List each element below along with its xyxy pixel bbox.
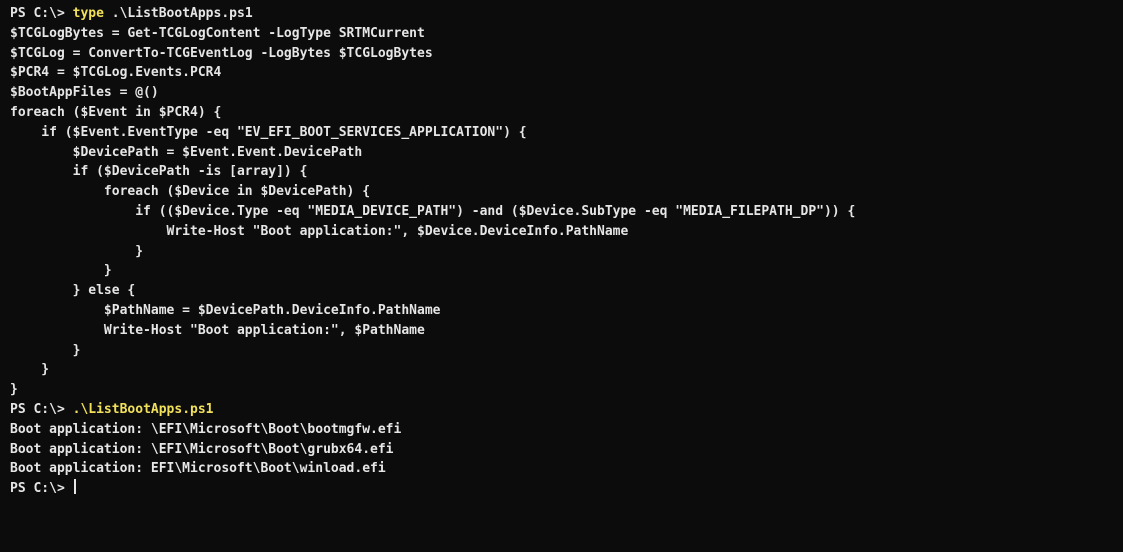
output-line: } (10, 362, 50, 378)
terminal-window[interactable]: PS C:\> type .\ListBootApps.ps1 $TCGLogB… (0, 0, 1123, 552)
output-line: $TCGLog = ConvertTo-TCGEventLog -LogByte… (10, 45, 433, 61)
command-name: .\ListBootApps.ps1 (72, 401, 214, 417)
text-cursor (73, 479, 76, 495)
command-line-run: PS C:\> .\ListBootApps.ps1 (10, 400, 1123, 420)
output-line: Write-Host "Boot application:", $Device.… (10, 223, 629, 239)
output-line: } else { (10, 283, 136, 299)
output-line: Boot application: \EFI\Microsoft\Boot\gr… (10, 441, 394, 457)
output-line: foreach ($Device in $DevicePath) { (10, 184, 371, 200)
output-line: } (10, 382, 18, 398)
output-line: } (10, 342, 81, 358)
input-line[interactable]: PS C:\> (10, 479, 1123, 499)
output-line: } (10, 263, 112, 279)
output-line: Boot application: \EFI\Microsoft\Boot\bo… (10, 421, 402, 437)
output-line: foreach ($Event in $PCR4) { (10, 104, 222, 120)
output-line: $DevicePath = $Event.Event.DevicePath (10, 144, 363, 160)
prompt: PS C:\> (10, 6, 73, 21)
command-args: .\ListBootApps.ps1 (103, 6, 253, 21)
output-line: $PathName = $DevicePath.DeviceInfo.PathN… (10, 302, 441, 318)
command-line-type: PS C:\> type .\ListBootApps.ps1 (10, 4, 1123, 24)
output-line: Boot application: EFI\Microsoft\Boot\win… (10, 461, 386, 477)
output-line: } (10, 243, 144, 259)
prompt: PS C:\> (10, 401, 73, 417)
output-line: Write-Host "Boot application:", $PathNam… (10, 322, 425, 338)
command-name: type (72, 6, 104, 21)
output-line: $BootAppFiles = @() (10, 85, 159, 101)
output-line: $TCGLogBytes = Get-TCGLogContent -LogTyp… (10, 25, 425, 41)
output-line: if (($Device.Type -eq "MEDIA_DEVICE_PATH… (10, 203, 856, 219)
prompt: PS C:\> (10, 481, 73, 497)
output-line: $PCR4 = $TCGLog.Events.PCR4 (10, 65, 222, 81)
output-line: if ($DevicePath -is [array]) { (10, 164, 308, 180)
output-line: if ($Event.EventType -eq "EV_EFI_BOOT_SE… (10, 124, 527, 140)
